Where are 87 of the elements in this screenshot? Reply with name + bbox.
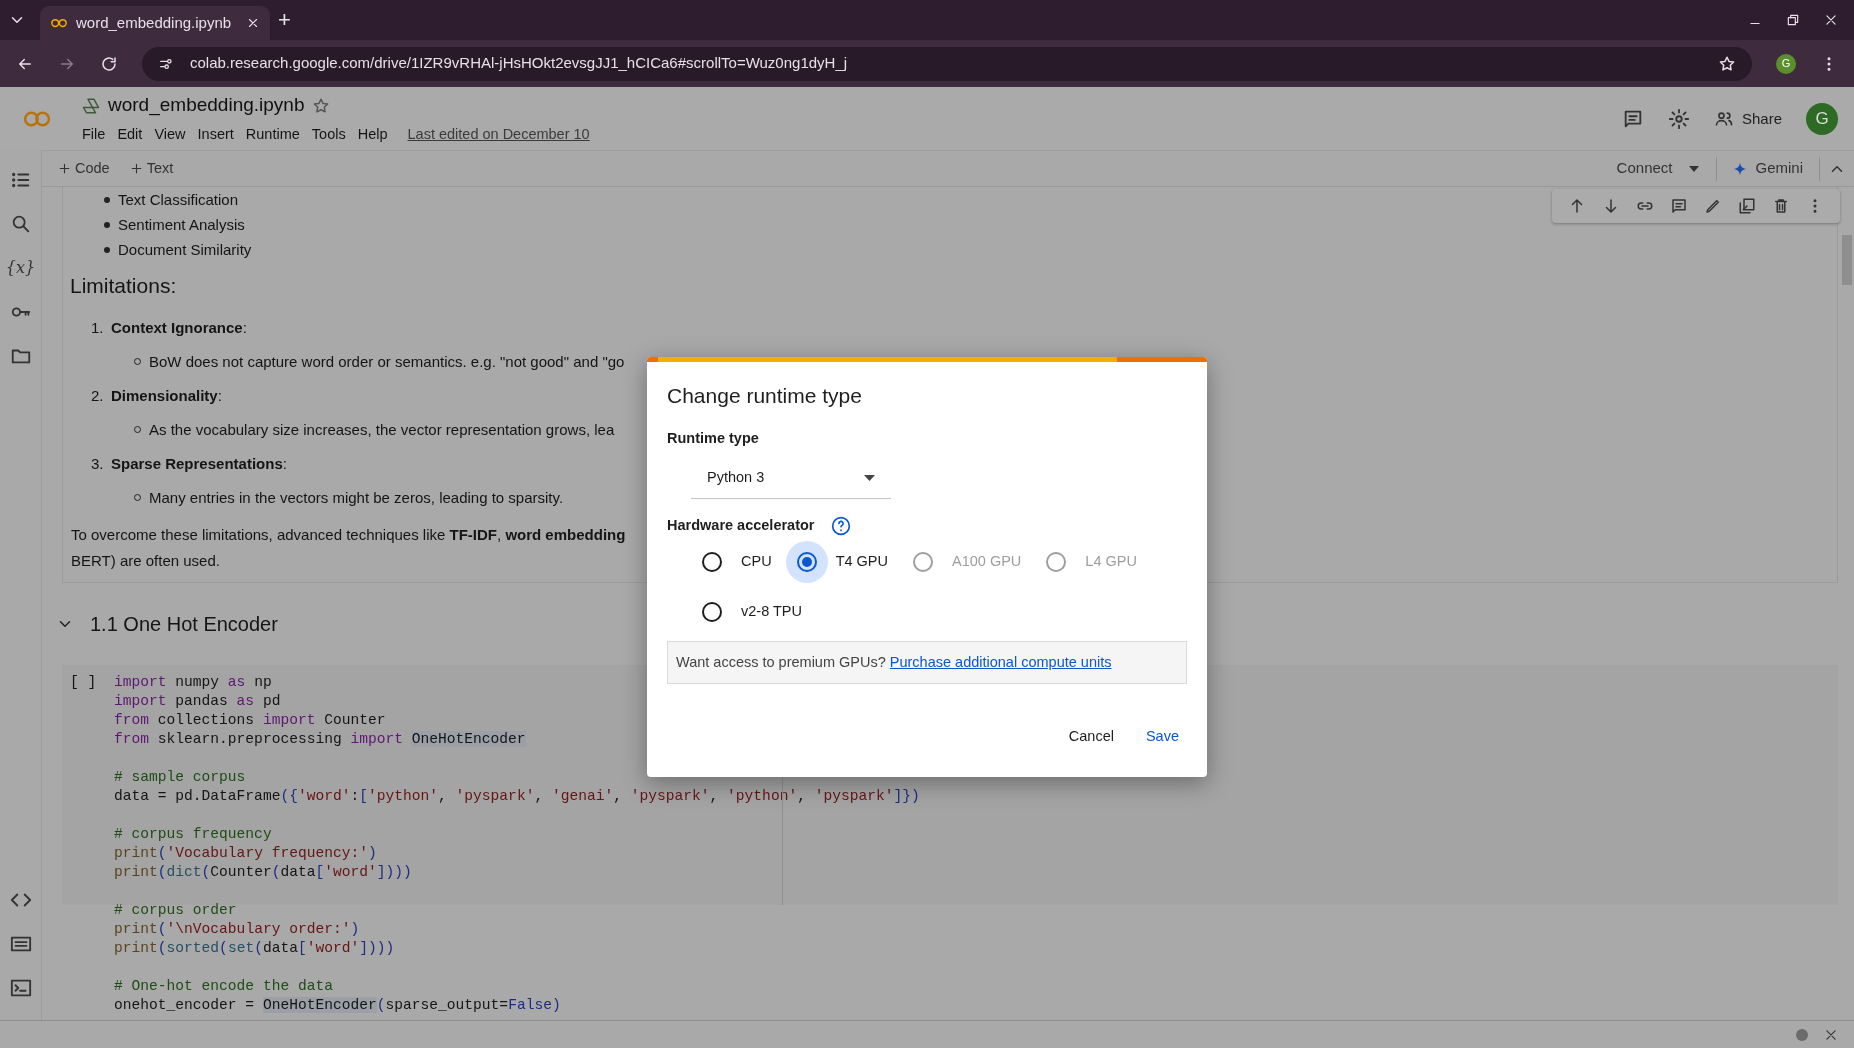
cancel-button[interactable]: Cancel [1060,720,1122,754]
bookmark-star-icon[interactable] [1718,54,1736,73]
caret-icon [864,474,875,481]
code-line: onehot_encoder = OneHotEncoder(sparse_output=False) [114,996,561,1015]
purchase-link[interactable]: Purchase additional compute units [889,651,1112,674]
list-item-text: BoW does not capture word order or semantics. e.g. "not good" and "go [149,351,625,372]
add-cell-button[interactable]: Text [121,157,182,180]
code-line: # corpus frequency [114,825,272,844]
share-button[interactable]: Share [1713,108,1782,129]
menu-item[interactable]: Edit [111,123,149,146]
radio-label[interactable]: v2-8 TPU [741,601,802,623]
bullet-icon [104,196,110,203]
list-number: 1. [91,317,105,338]
list-item-text: Document Similarity [118,240,252,260]
reload-icon[interactable] [100,54,118,73]
add-cell-button[interactable]: Code [50,157,118,180]
code-line: print('Vocabulary frequency:') [114,844,377,863]
menu-item[interactable]: Insert [191,123,240,146]
paragraph-text: To overcome these limitations, advanced techniques like TF-IDF, word embedding [71,526,626,543]
runtime-select[interactable]: Python 3 [691,457,891,500]
list-item-text: Many entries in the vectors might be zeros, leading to sparsity. [149,487,564,508]
connect-button[interactable]: Connect [1608,157,1709,180]
gemini-button[interactable]: Gemini [1725,157,1811,180]
bullet-icon [104,246,110,253]
menu-item[interactable]: Runtime [239,123,306,146]
radio-label[interactable]: CPU [741,551,772,573]
variables-icon[interactable]: {x} [5,256,36,280]
user-avatar[interactable]: G [1806,102,1838,135]
note-text: Want access to premium GPUs? [676,652,886,672]
dialog-title: Change runtime type [667,383,863,409]
code-line: import numpy as np [114,673,272,692]
save-button[interactable]: Save [1137,720,1187,754]
close-icon[interactable] [1824,1027,1838,1042]
plus-icon [58,162,71,175]
section-heading: Limitations: [70,273,178,299]
comment-icon[interactable] [1670,197,1688,215]
code-line: # One-hot encode the data [114,977,333,996]
mirror-cell-icon[interactable] [1738,197,1756,215]
list-item-text: Context Ignorance: [111,317,247,338]
paragraph-text: BERT) are often used. [71,552,220,569]
code-line: import pandas as pd [114,692,281,711]
list-item-text: Sentiment Analysis [118,215,245,235]
radio-label[interactable]: T4 GPU [835,551,888,573]
code-line: from collections import Counter [114,711,386,730]
code-line: # corpus order [114,901,237,920]
pencil-icon[interactable] [1704,197,1722,215]
menu-item[interactable]: Tools [305,123,352,146]
list-item-text: Dimensionality: [111,385,222,406]
caret-icon[interactable] [1688,164,1701,173]
section-title[interactable]: 1.1 One Hot Encoder [90,609,278,639]
close-icon[interactable] [1824,13,1838,27]
radio-button[interactable] [702,602,722,622]
code-line: print('\nVocabulary order:') [114,920,360,939]
list-number: 2. [91,385,105,406]
status-dot-icon [1796,1028,1808,1041]
radio-button[interactable] [796,552,817,572]
menu-item[interactable]: View [148,123,192,146]
field-label: Hardware accelerator [667,516,815,536]
help-icon[interactable] [830,516,851,537]
code-line: print(sorted(set(data['word']))) [114,939,395,958]
radio-label: L4 GPU [1085,552,1137,572]
notebook-title[interactable]: word_embedding.ipynb [108,91,305,120]
list-item-text: Sparse Representations: [111,453,287,474]
radio-label: A100 GPU [952,552,1022,572]
code-line: data = pd.DataFrame({'word':['python', 'pyspark', 'genai', 'pyspark', 'python', 'pyspark']}) [114,787,920,806]
list-item-text: Text Classification [118,190,239,210]
list-number: 3. [91,453,105,474]
terminal-icon[interactable] [9,977,32,999]
trash-icon[interactable] [1772,197,1790,215]
scrollbar-thumb[interactable] [1842,235,1852,285]
menu-item[interactable]: Help [351,123,394,146]
restore-icon[interactable] [1786,13,1800,27]
code-line: from sklearn.preprocessing import OneHotEncoder [114,730,526,749]
radio-button[interactable] [702,552,722,572]
bullet-icon [104,221,110,228]
profile-avatar[interactable]: G [1776,53,1796,74]
close-icon[interactable] [246,16,260,30]
last-edited-link[interactable]: Last edited on December 10 [401,123,596,146]
new-tab-button[interactable]: + [278,9,291,31]
star-icon[interactable] [312,96,331,115]
menu-item[interactable]: File [76,123,112,146]
list-item-text: As the vocabulary size increases, the vector representation grows, lea [149,419,615,440]
field-label: Runtime type [667,428,760,448]
code-line: print(dict(Counter(data['word']))) [114,863,412,882]
code-line: # sample corpus [114,768,246,787]
plus-icon [129,162,143,175]
run-cell-marker[interactable]: [ ] [70,673,106,692]
